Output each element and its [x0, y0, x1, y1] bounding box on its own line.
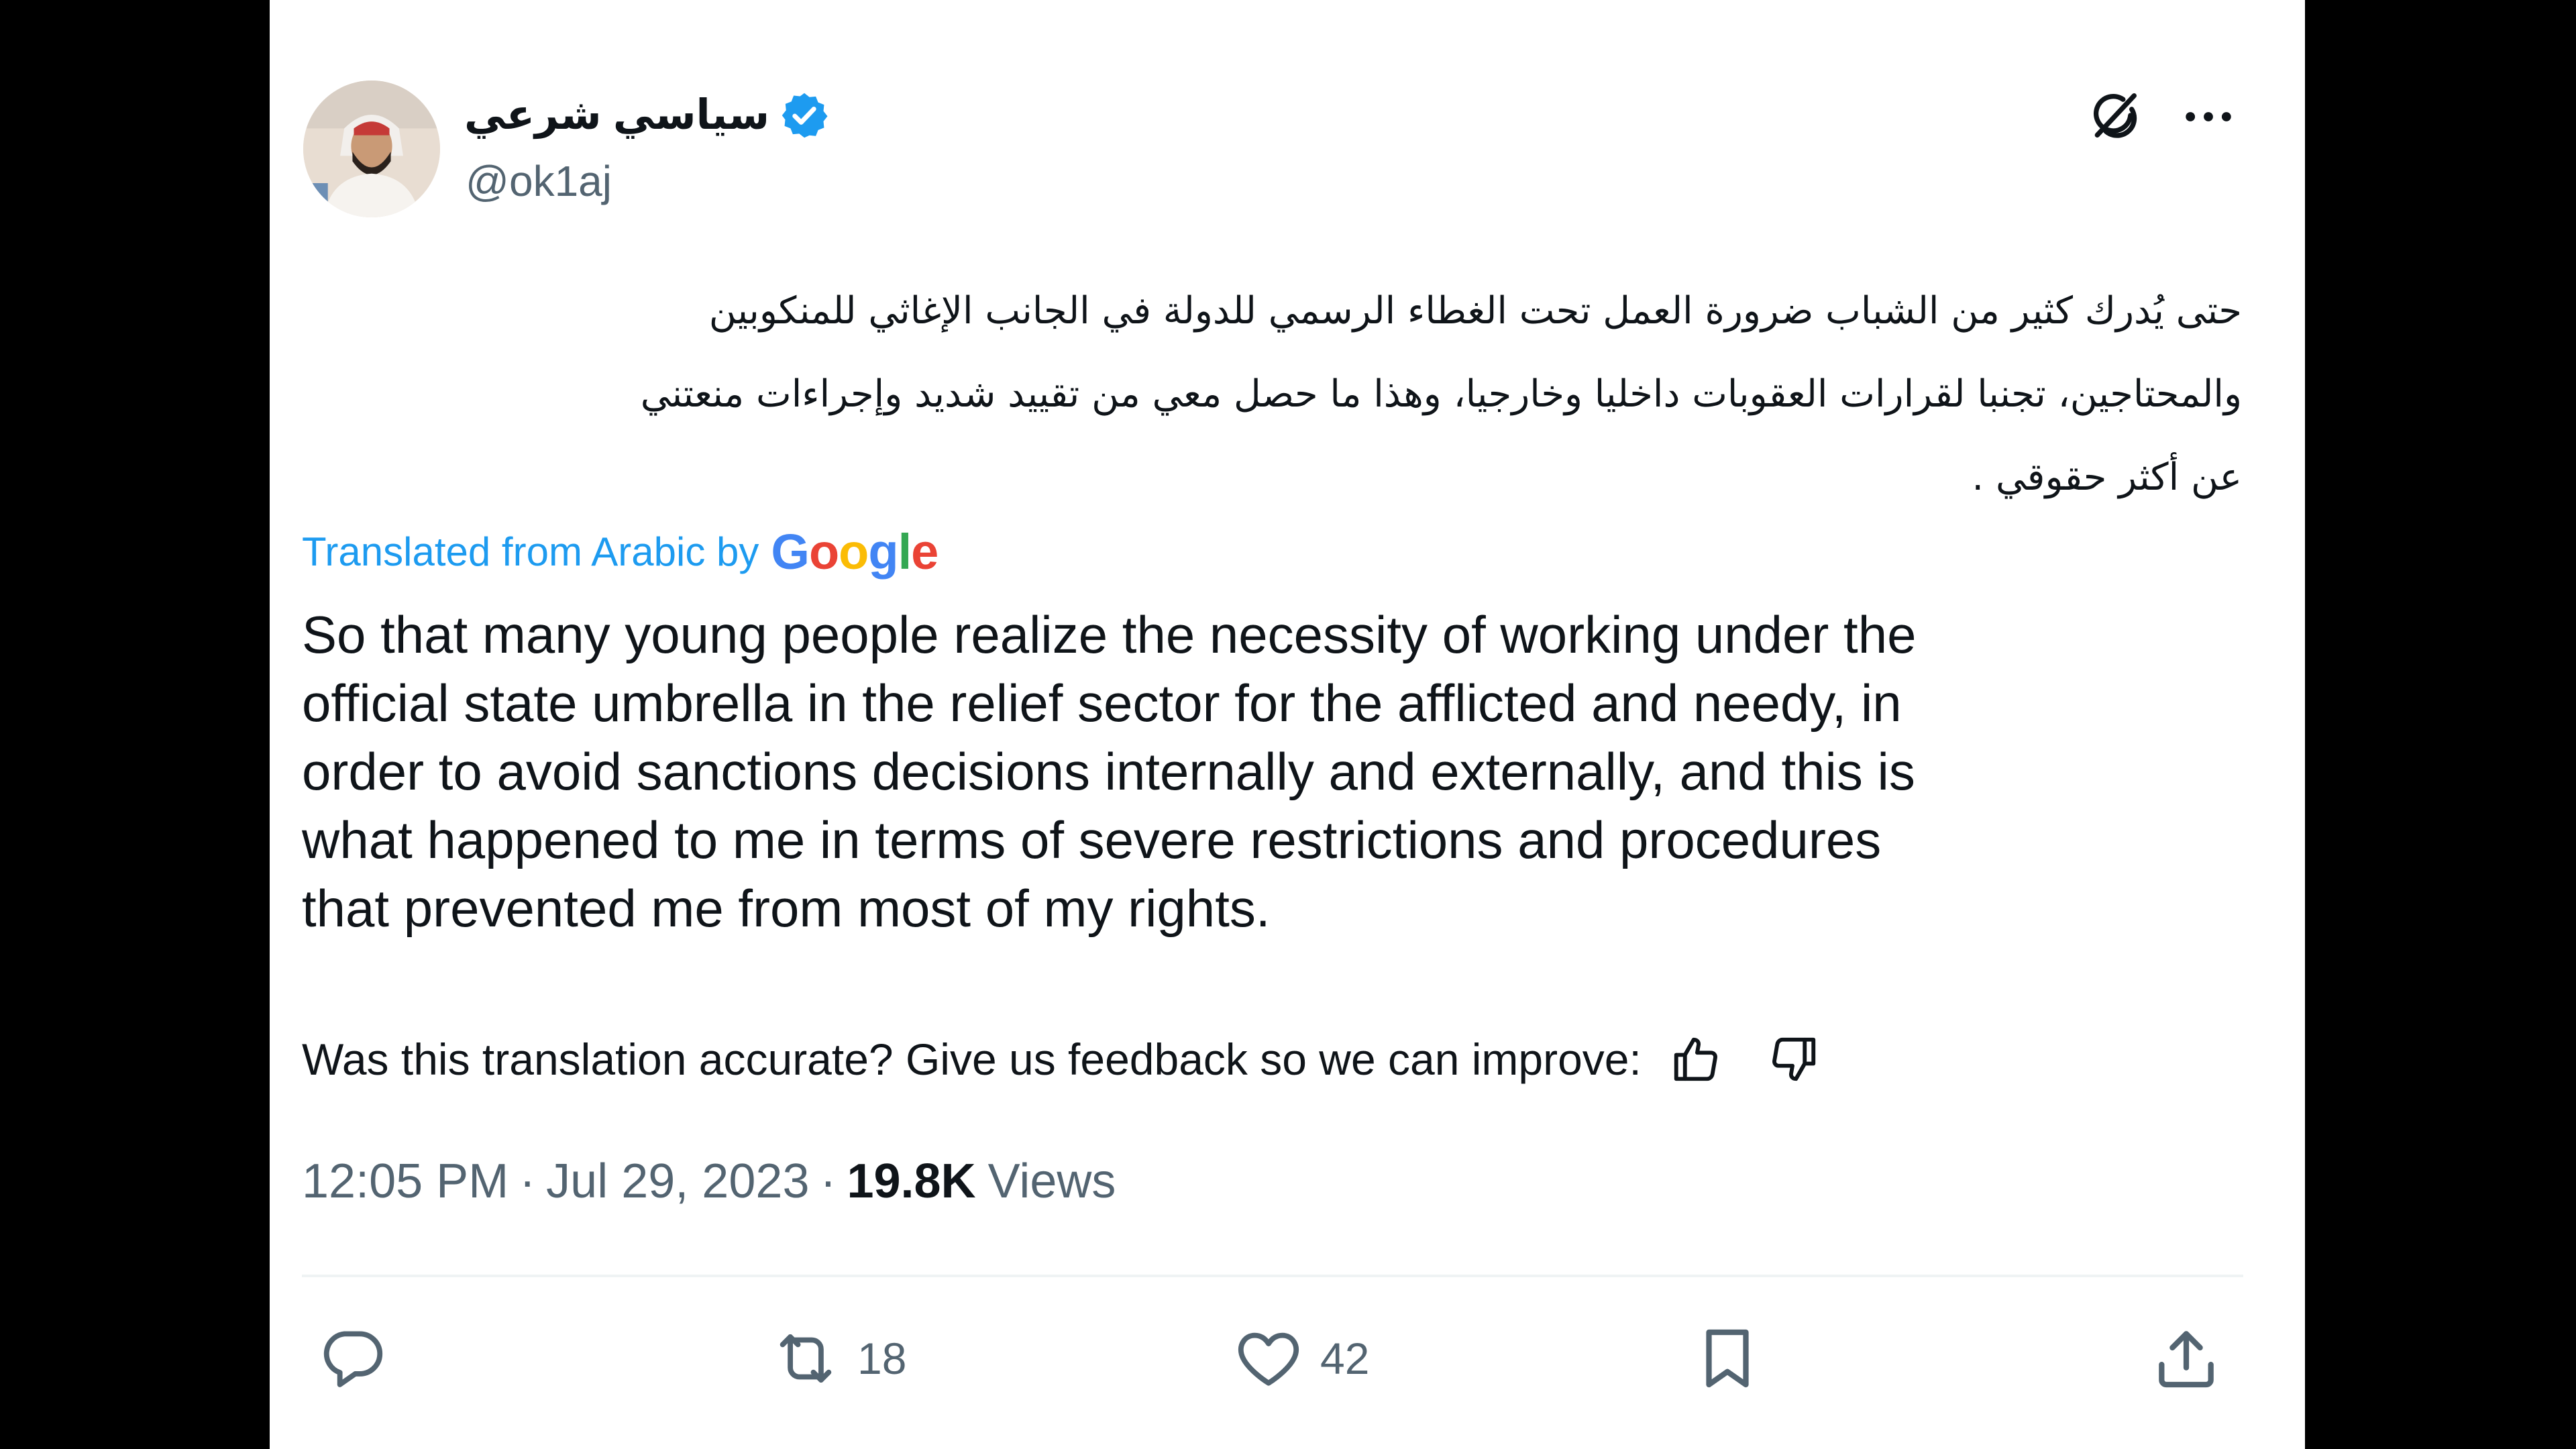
translated-text: So that many young people realize the ne… — [302, 605, 1917, 938]
share-icon — [2149, 1322, 2223, 1395]
tweet-date[interactable]: Jul 29, 2023 — [546, 1154, 809, 1209]
divider — [302, 1275, 2243, 1277]
meta-separator: · — [519, 1155, 536, 1208]
like-button[interactable]: 42 — [1232, 1315, 1369, 1402]
tweet-original-text: حتى يُدرك كثير من الشباب ضرورة العمل تحت… — [640, 289, 2242, 499]
google-logo: Google — [771, 523, 938, 580]
views-label: Views — [987, 1155, 1116, 1208]
bookmark-button[interactable] — [1690, 1315, 1764, 1402]
meta-separator: · — [820, 1155, 837, 1208]
google-logo-letter: o — [808, 523, 839, 580]
more-icon[interactable] — [2178, 86, 2239, 148]
google-logo-letter: g — [868, 523, 898, 580]
google-logo-letter: e — [911, 523, 938, 580]
bookmark-icon — [1690, 1322, 1764, 1395]
google-logo-letter: G — [771, 523, 810, 580]
translation-feedback: Was this translation accurate? Give us f… — [302, 1022, 1821, 1096]
share-button[interactable] — [2149, 1315, 2223, 1402]
google-logo-letter: l — [898, 523, 912, 580]
heart-icon — [1232, 1322, 1305, 1395]
author-display-name[interactable]: سياسي شرعي — [464, 83, 769, 148]
retweet-button[interactable]: 18 — [769, 1315, 906, 1402]
views-count: 19.8K — [847, 1155, 976, 1208]
grok-icon[interactable] — [2085, 86, 2144, 145]
avatar[interactable] — [303, 80, 440, 217]
tweet-metadata: 12:05 PM · Jul 29, 2023 · 19.8K Views — [302, 1144, 1116, 1218]
translation-label: Translated from Arabic by — [302, 529, 759, 574]
translation-attribution: Translated from Arabic by Google — [302, 518, 938, 585]
google-logo-letter: o — [839, 523, 869, 580]
reply-icon — [315, 1322, 389, 1395]
thumbs-up-icon[interactable] — [1668, 1032, 1723, 1087]
author-display-name-row[interactable]: سياسي شرعي — [464, 83, 830, 148]
tweet-time[interactable]: 12:05 PM — [302, 1154, 508, 1209]
retweet-count: 18 — [857, 1334, 907, 1383]
retweet-icon — [769, 1322, 843, 1395]
verified-badge-icon — [779, 90, 830, 141]
like-count: 42 — [1320, 1334, 1370, 1383]
feedback-prompt: Was this translation accurate? Give us f… — [302, 1034, 1642, 1084]
reply-button[interactable] — [315, 1315, 404, 1402]
thumbs-down-icon[interactable] — [1766, 1032, 1821, 1087]
author-handle[interactable]: @ok1aj — [466, 154, 612, 208]
